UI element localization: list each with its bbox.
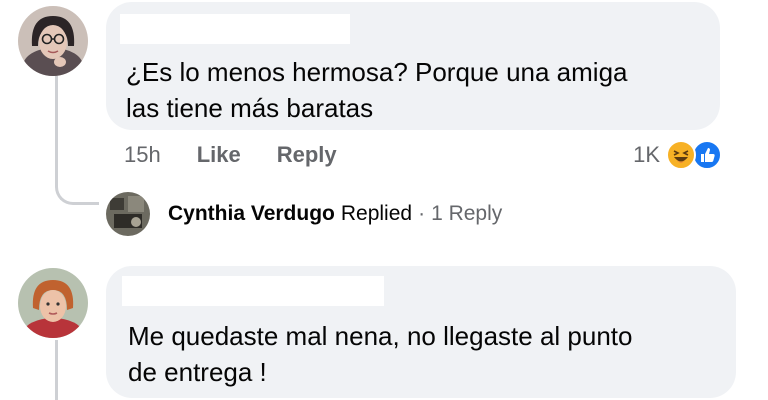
reply-avatar (106, 192, 150, 236)
reply-author[interactable]: Cynthia Verdugo (168, 202, 335, 226)
avatar[interactable] (18, 268, 88, 338)
comment-text-line: de entrega ! (128, 357, 267, 387)
comment-text-line: Me quedaste mal nena, no llegaste al pun… (128, 321, 633, 351)
comment-text-line: las tiene más baratas (126, 93, 374, 123)
reply-action: Replied (340, 202, 413, 225)
reply-count[interactable]: 1 Reply (431, 202, 502, 226)
reaction-count: 1K (633, 142, 660, 167)
comment-text-line: ¿Es lo menos hermosa? Porque una amiga (126, 57, 628, 87)
redacted-author-name (122, 276, 384, 306)
like-icon (692, 140, 722, 170)
haha-icon (666, 140, 696, 170)
reaction-icons (666, 140, 724, 170)
comment-actions: 15h Like Reply (124, 140, 373, 170)
separator: · (418, 202, 426, 225)
reaction-summary[interactable]: 1K (633, 140, 724, 170)
thread-line (55, 340, 58, 400)
comment-text: ¿Es lo menos hermosa? Porque una amiga l… (126, 54, 628, 126)
like-button[interactable]: Like (197, 142, 241, 168)
reply-button[interactable]: Reply (277, 142, 337, 168)
thread-line (55, 76, 58, 186)
thread-connector (55, 175, 99, 205)
timestamp[interactable]: 15h (124, 142, 161, 168)
view-replies-link[interactable]: Cynthia Verdugo Replied · 1 Reply (106, 192, 502, 236)
avatar[interactable] (18, 6, 88, 76)
comment-text: Me quedaste mal nena, no llegaste al pun… (128, 318, 632, 390)
redacted-author-name (120, 14, 350, 44)
